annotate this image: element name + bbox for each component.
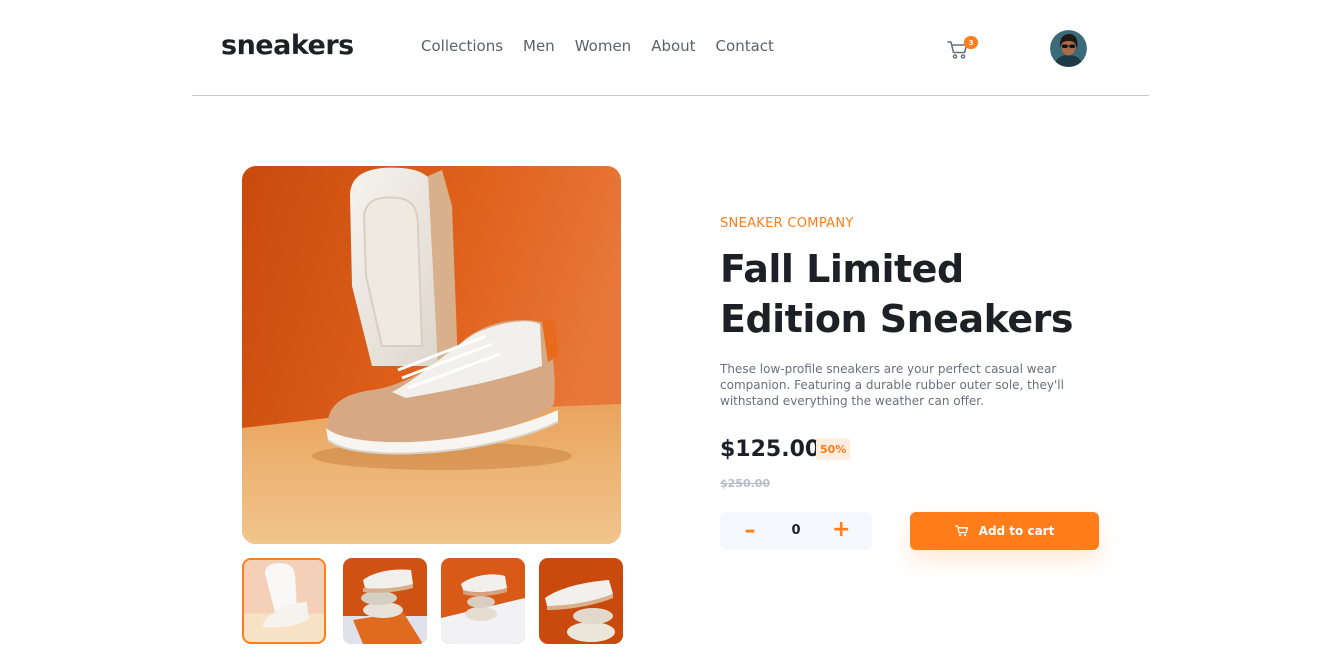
cart-count-badge: 3 bbox=[964, 36, 978, 49]
company-label: SNEAKER COMPANY bbox=[720, 216, 854, 231]
cart-button[interactable]: 3 bbox=[947, 36, 978, 64]
thumbnail-3[interactable] bbox=[441, 558, 525, 644]
discount-badge: 50% bbox=[816, 438, 851, 460]
add-to-cart-label: Add to cart bbox=[978, 524, 1055, 538]
logo[interactable]: sneakers bbox=[221, 30, 354, 61]
product-description: These low-profile sneakers are your perf… bbox=[720, 362, 1064, 408]
nav-about[interactable]: About bbox=[651, 37, 695, 55]
decrease-quantity-button[interactable]: – bbox=[742, 520, 758, 542]
nav-men[interactable]: Men bbox=[523, 37, 555, 55]
avatar[interactable] bbox=[1050, 30, 1087, 67]
main-product-image[interactable] bbox=[242, 166, 621, 544]
cart-icon bbox=[954, 525, 968, 537]
quantity-value: 0 bbox=[791, 523, 801, 538]
increase-quantity-button[interactable]: + bbox=[832, 519, 850, 541]
nav-contact[interactable]: Contact bbox=[716, 37, 774, 55]
thumbnail-1[interactable] bbox=[242, 558, 326, 644]
thumbnail-strip bbox=[242, 558, 623, 644]
original-price: $250.00 bbox=[720, 477, 771, 490]
main-nav: Collections Men Women About Contact bbox=[421, 37, 794, 55]
thumbnail-2[interactable] bbox=[343, 558, 427, 644]
quantity-stepper: – 0 + bbox=[720, 512, 872, 550]
add-to-cart-button[interactable]: Add to cart bbox=[910, 512, 1099, 550]
current-price: $125.00 bbox=[720, 437, 821, 462]
thumbnail-4[interactable] bbox=[539, 558, 623, 644]
product-title: Fall Limited Edition Sneakers bbox=[720, 247, 1073, 341]
site-header: sneakers Collections Men Women About Con… bbox=[192, 0, 1149, 96]
nav-collections[interactable]: Collections bbox=[421, 37, 503, 55]
nav-women[interactable]: Women bbox=[575, 37, 631, 55]
